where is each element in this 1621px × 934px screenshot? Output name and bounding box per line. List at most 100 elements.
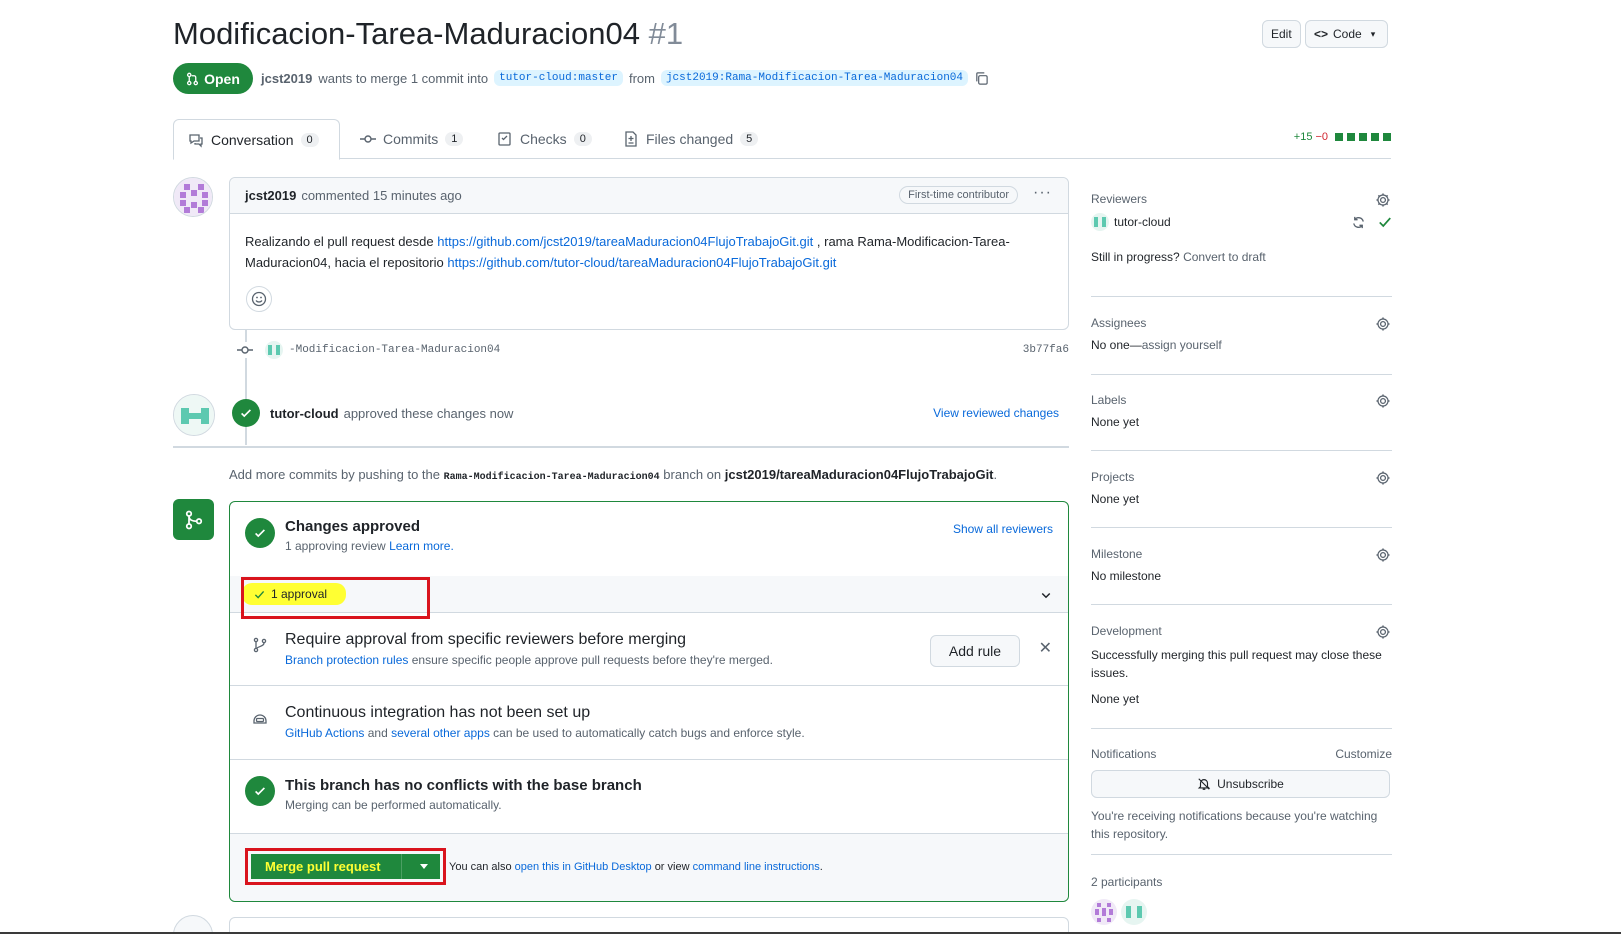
- avatar-jcst2019[interactable]: [173, 177, 213, 217]
- sidebar-development: Development Successfully merging this pu…: [1091, 624, 1392, 729]
- tab-conversation[interactable]: Conversation 0: [173, 119, 340, 160]
- other-apps-link[interactable]: several other apps: [391, 726, 490, 740]
- tab-checks[interactable]: Checks 0: [483, 119, 606, 159]
- gear-icon[interactable]: [1375, 470, 1391, 486]
- ci-sub: GitHub Actions and several other apps ca…: [285, 726, 805, 740]
- kebab-menu-icon[interactable]: ···: [1033, 184, 1052, 202]
- gear-icon[interactable]: [1375, 547, 1391, 563]
- additions-count: +15: [1293, 131, 1313, 143]
- approved-check-icon: [232, 399, 260, 427]
- hint-branch: Rama-Modificacion-Tarea-Maduracion04: [443, 472, 660, 483]
- development-value: None yet: [1091, 692, 1140, 706]
- hint-repo[interactable]: jcst2019/tareaMaduracion04FlujoTrabajoGi…: [725, 467, 994, 482]
- gear-icon[interactable]: [1375, 393, 1391, 409]
- convert-to-draft-link[interactable]: Convert to draft: [1183, 250, 1266, 264]
- development-heading[interactable]: Development: [1091, 624, 1392, 638]
- comment-icon: [189, 133, 203, 148]
- notifications-header: Notifications Customize: [1091, 747, 1392, 761]
- emoji-reaction-button[interactable]: [246, 286, 272, 312]
- diffstat-block: [1371, 133, 1379, 141]
- chevron-down-icon[interactable]: [1040, 589, 1052, 601]
- tab-label: Commits: [383, 131, 439, 147]
- tab-files-changed[interactable]: Files changed 5: [609, 119, 772, 159]
- reviewers-heading[interactable]: Reviewers: [1091, 192, 1392, 206]
- notifications-reason: You're receiving notifications because y…: [1091, 809, 1378, 841]
- gear-icon[interactable]: [1375, 192, 1391, 208]
- show-all-reviewers-link[interactable]: Show all reviewers: [953, 522, 1053, 536]
- assignees-heading[interactable]: Assignees: [1091, 316, 1392, 330]
- changes-approved-title: Changes approved: [285, 518, 421, 535]
- identicon-purple: [174, 178, 212, 216]
- reviewer-row: tutor-cloud: [1091, 213, 1392, 231]
- edit-button[interactable]: Edit: [1262, 20, 1301, 48]
- no-one-text: No one—: [1091, 338, 1142, 352]
- pr-title: Modificacion-Tarea-Maduracion04: [173, 16, 640, 51]
- comment-link-target[interactable]: https://github.com/tutor-cloud/tareaMadu…: [447, 255, 836, 270]
- comment-author[interactable]: jcst2019: [245, 188, 296, 203]
- github-desktop-link[interactable]: open this in GitHub Desktop: [515, 861, 652, 873]
- avatar-tutor-cloud[interactable]: [173, 394, 215, 436]
- rule-sub: Branch protection rules ensure specific …: [285, 653, 773, 667]
- changes-approved-sub: 1 approving review Learn more.: [285, 539, 454, 553]
- comment-box: jcst2019 commented 15 minutes ago First-…: [229, 177, 1069, 330]
- author-link[interactable]: jcst2019: [261, 71, 312, 86]
- rule-title: Require approval from specific reviewers…: [285, 631, 687, 648]
- avatar-tutor-cloud-small[interactable]: [1121, 899, 1147, 925]
- code-label: Code: [1333, 27, 1362, 41]
- sync-icon[interactable]: [1351, 215, 1366, 230]
- customize-link[interactable]: Customize: [1335, 747, 1392, 761]
- from-text: from: [628, 70, 655, 86]
- add-rule-button[interactable]: Add rule: [930, 635, 1020, 667]
- reviewer-name[interactable]: tutor-cloud: [1114, 215, 1171, 229]
- view-reviewed-changes-link[interactable]: View reviewed changes: [933, 406, 1059, 420]
- head-branch[interactable]: jcst2019:Rama-Modificacion-Tarea-Madurac…: [660, 70, 969, 86]
- file-diff-icon: [625, 131, 637, 147]
- unsubscribe-button[interactable]: Unsubscribe: [1091, 770, 1390, 798]
- pr-number: #1: [648, 16, 684, 51]
- no-conflicts-sub: Merging can be performed automatically.: [285, 798, 502, 812]
- assign-yourself-link[interactable]: assign yourself: [1142, 338, 1222, 352]
- smiley-icon: [251, 291, 267, 307]
- approving-review-text: 1 approving review: [285, 539, 386, 553]
- approval-event: tutor-cloud approved these changes now V…: [232, 396, 1068, 430]
- milestone-heading[interactable]: Milestone: [1091, 547, 1392, 561]
- close-icon[interactable]: ✕: [1039, 638, 1052, 658]
- changes-approved-section: Changes approved 1 approving review Lear…: [230, 502, 1068, 576]
- tab-counter: 0: [300, 132, 319, 147]
- first-time-contributor-badge: First-time contributor: [899, 186, 1018, 204]
- comment-text: Realizando el pull request desde: [245, 234, 434, 249]
- merge-box: Changes approved 1 approving review Lear…: [229, 501, 1069, 902]
- rule-sub-text: ensure specific people approve pull requ…: [411, 653, 773, 667]
- comment-link-source[interactable]: https://github.com/jcst2019/tareaMadurac…: [437, 234, 813, 249]
- code-button[interactable]: <> Code ▾: [1305, 20, 1388, 48]
- participants-heading: 2 participants: [1091, 875, 1163, 889]
- avatar-jcst2019-small[interactable]: [1091, 899, 1117, 925]
- git-merge-icon: [185, 510, 202, 529]
- development-text: Successfully merging this pull request m…: [1091, 648, 1382, 680]
- projects-heading[interactable]: Projects: [1091, 470, 1392, 484]
- merge-button-label: Merge pull request: [265, 859, 381, 874]
- base-branch[interactable]: tutor-cloud:master: [494, 70, 623, 86]
- commit-message[interactable]: -Modificacion-Tarea-Maduracion04: [289, 344, 500, 356]
- tab-commits[interactable]: Commits 1: [346, 119, 477, 159]
- gear-icon[interactable]: [1375, 316, 1391, 332]
- approver-link[interactable]: tutor-cloud: [270, 406, 339, 421]
- button-divider: [401, 854, 402, 879]
- caret-down-icon[interactable]: [420, 864, 428, 869]
- learn-more-link[interactable]: Learn more.: [389, 539, 454, 553]
- approval-count-row[interactable]: 1 approval: [230, 576, 1068, 619]
- copy-icon[interactable]: [974, 71, 989, 86]
- hint-text: branch on: [663, 467, 722, 482]
- add-commits-hint: Add more commits by pushing to the Rama-…: [229, 467, 997, 483]
- draft-row: Still in progress? Convert to draft: [1091, 250, 1392, 264]
- merge-pull-request-button[interactable]: Merge pull request: [251, 854, 440, 879]
- gear-icon[interactable]: [1375, 624, 1391, 640]
- github-actions-link[interactable]: GitHub Actions: [285, 726, 364, 740]
- branch-protection-link[interactable]: Branch protection rules: [285, 653, 408, 667]
- command-line-link[interactable]: command line instructions: [693, 861, 820, 873]
- labels-heading[interactable]: Labels: [1091, 393, 1392, 407]
- pr-tabs: Conversation 0 Commits 1 Checks 0 Files …: [173, 119, 1391, 160]
- hint-period: .: [993, 467, 998, 482]
- bell-slash-icon: [1197, 778, 1211, 790]
- commit-sha[interactable]: 3b77fa6: [1023, 344, 1069, 356]
